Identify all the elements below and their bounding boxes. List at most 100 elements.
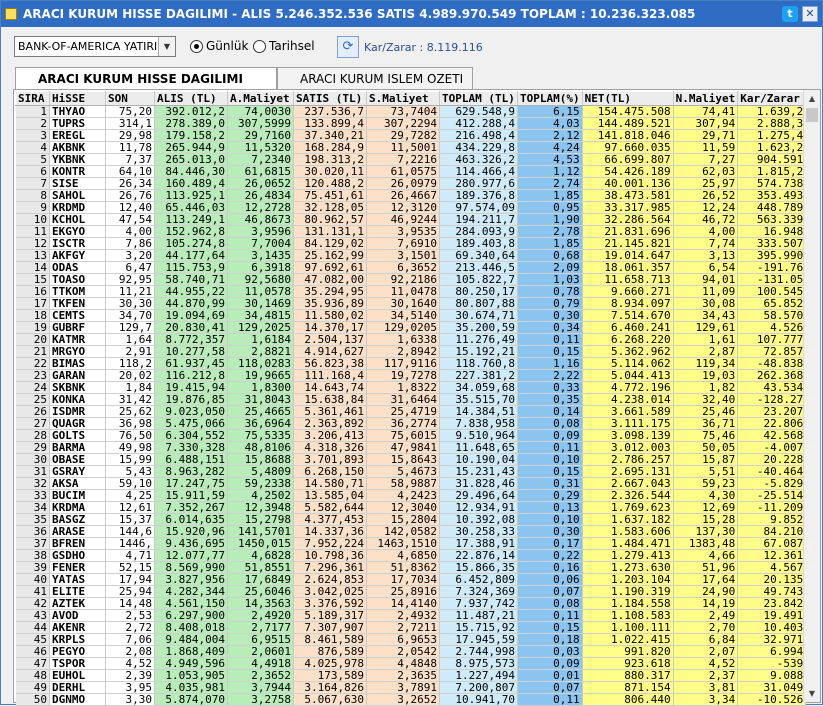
sira-cell[interactable]: 4 [15,141,50,154]
n-maliyet-cell[interactable]: 46,72 [673,213,739,226]
son-cell[interactable]: 11,21 [105,285,155,298]
s-maliyet-cell[interactable]: 2,0542 [366,645,440,658]
kar-zarar-cell[interactable]: 23.207 [737,405,807,418]
s-maliyet-cell[interactable]: 12,3120 [366,201,440,214]
kar-zarar-cell[interactable]: -25.514 [737,489,807,502]
satis-cell[interactable]: 97.692,61 [293,261,367,274]
hisse-cell[interactable]: KONKA [49,393,106,406]
n-maliyet-cell[interactable]: 34,43 [673,309,739,322]
hisse-cell[interactable]: GSRAY [49,465,106,478]
s-maliyet-cell[interactable]: 2,4932 [366,609,440,622]
kar-zarar-cell[interactable]: 4.567 [737,561,807,574]
toplam-yuzde-cell[interactable]: 1,85 [517,189,583,202]
sira-cell[interactable]: 7 [15,177,50,190]
son-cell[interactable]: 1,64 [105,333,155,346]
toplam-yuzde-cell[interactable]: 0,30 [517,525,583,538]
satis-cell[interactable]: 168.284,9 [293,141,367,154]
scroll-up-icon[interactable]: ▲ [804,90,820,107]
satis-cell[interactable]: 80.962,57 [293,213,367,226]
n-maliyet-cell[interactable]: 2,49 [673,609,739,622]
hisse-cell[interactable]: YATAS [49,573,106,586]
kar-zarar-cell[interactable]: 9.852 [737,513,807,526]
son-cell[interactable]: 7,86 [105,237,155,250]
net-cell[interactable]: 154.475.508 [582,105,674,118]
toplam-cell[interactable]: 12.934,91 [439,501,518,514]
alis-cell[interactable]: 4.949,596 [154,657,228,670]
n-maliyet-cell[interactable]: 15,87 [673,453,739,466]
hisse-cell[interactable]: BFREN [49,537,106,550]
toplam-yuzde-cell[interactable]: 0,11 [517,333,583,346]
net-cell[interactable]: 21.145.821 [582,237,674,250]
a-maliyet-cell[interactable]: 4,4918 [227,657,294,670]
son-cell[interactable]: 3,95 [105,681,155,694]
hisse-cell[interactable]: BARMA [49,441,106,454]
sira-cell[interactable]: 12 [15,237,50,250]
net-cell[interactable]: 54.426.189 [582,165,674,178]
alis-cell[interactable]: 6.297,900 [154,609,228,622]
toplam-yuzde-cell[interactable]: 0,78 [517,285,583,298]
s-maliyet-cell[interactable]: 2,8942 [366,345,440,358]
s-maliyet-cell[interactable]: 47,9841 [366,441,440,454]
n-maliyet-cell[interactable]: 24,90 [673,585,739,598]
n-maliyet-cell[interactable]: 5,51 [673,465,739,478]
refresh-icon[interactable]: ⟳ [337,36,359,58]
net-cell[interactable]: 5.114.062 [582,357,674,370]
header-hisse[interactable]: HiSSE [49,91,106,106]
alis-cell[interactable]: 105.274,8 [154,237,228,250]
satis-cell[interactable]: 3.164,826 [293,681,367,694]
a-maliyet-cell[interactable]: 3,9596 [227,225,294,238]
son-cell[interactable]: 314,1 [105,117,155,130]
kar-zarar-cell[interactable]: 262.368 [737,369,807,382]
satis-cell[interactable]: 25.162,99 [293,249,367,262]
scroll-down-icon[interactable]: ▼ [804,685,820,702]
satis-cell[interactable]: 3.701,893 [293,453,367,466]
scroll-thumb[interactable] [806,108,818,122]
table-row[interactable]: 49 DERHL 3,95 4.035,981 3,7944 3.164,826 3,789… [15,681,807,694]
chevron-down-icon[interactable]: ▼ [158,37,175,56]
toplam-yuzde-cell[interactable]: 0,18 [517,633,583,646]
a-maliyet-cell[interactable]: 5,4809 [227,465,294,478]
a-maliyet-cell[interactable]: 29,7160 [227,129,294,142]
n-maliyet-cell[interactable]: 59,23 [673,477,739,490]
s-maliyet-cell[interactable]: 58,9887 [366,477,440,490]
a-maliyet-cell[interactable]: 17,6849 [227,573,294,586]
s-maliyet-cell[interactable]: 2,3635 [366,669,440,682]
toplam-cell[interactable]: 15.866,35 [439,561,518,574]
a-maliyet-cell[interactable]: 3,7944 [227,681,294,694]
kar-zarar-cell[interactable]: 353.493 [737,189,807,202]
son-cell[interactable]: 31,42 [105,393,155,406]
satis-cell[interactable]: 30.020,11 [293,165,367,178]
kar-zarar-cell[interactable]: -10.526 [737,693,807,706]
hisse-cell[interactable]: GSDHO [49,549,106,562]
alis-cell[interactable]: 5.874,070 [154,693,228,706]
hisse-cell[interactable]: CEMTS [49,309,106,322]
s-maliyet-cell[interactable]: 92,2186 [366,273,440,286]
n-maliyet-cell[interactable]: 11,59 [673,141,739,154]
header-alis[interactable]: ALIS (TL) [154,91,228,106]
toplam-yuzde-cell[interactable]: 0,68 [517,249,583,262]
hisse-cell[interactable]: OBASE [49,453,106,466]
alis-cell[interactable]: 6.304,552 [154,429,228,442]
net-cell[interactable]: 40.001.136 [582,177,674,190]
n-maliyet-cell[interactable]: 4,52 [673,657,739,670]
hisse-cell[interactable]: ISDMR [49,405,106,418]
a-maliyet-cell[interactable]: 129,2025 [227,321,294,334]
satis-cell[interactable]: 15.638,84 [293,393,367,406]
alis-cell[interactable]: 6.488,151 [154,453,228,466]
net-cell[interactable]: 2.786.257 [582,453,674,466]
n-maliyet-cell[interactable]: 1383,48 [673,537,739,550]
son-cell[interactable]: 7,06 [105,633,155,646]
s-maliyet-cell[interactable]: 142,0582 [366,525,440,538]
net-cell[interactable]: 3.098.139 [582,429,674,442]
alis-cell[interactable]: 20.830,41 [154,321,228,334]
satis-cell[interactable]: 111.168,4 [293,369,367,382]
sira-cell[interactable]: 39 [15,561,50,574]
header-s-maliyet[interactable]: S.Maliyet [366,91,440,106]
alis-cell[interactable]: 9.484,004 [154,633,228,646]
toplam-yuzde-cell[interactable]: 0,13 [517,501,583,514]
header-toplam[interactable]: TOPLAM (TL) [439,91,518,106]
son-cell[interactable]: 15,37 [105,513,155,526]
toplam-cell[interactable]: 14.384,51 [439,405,518,418]
toplam-yuzde-cell[interactable]: 0,30 [517,309,583,322]
n-maliyet-cell[interactable]: 50,05 [673,441,739,454]
